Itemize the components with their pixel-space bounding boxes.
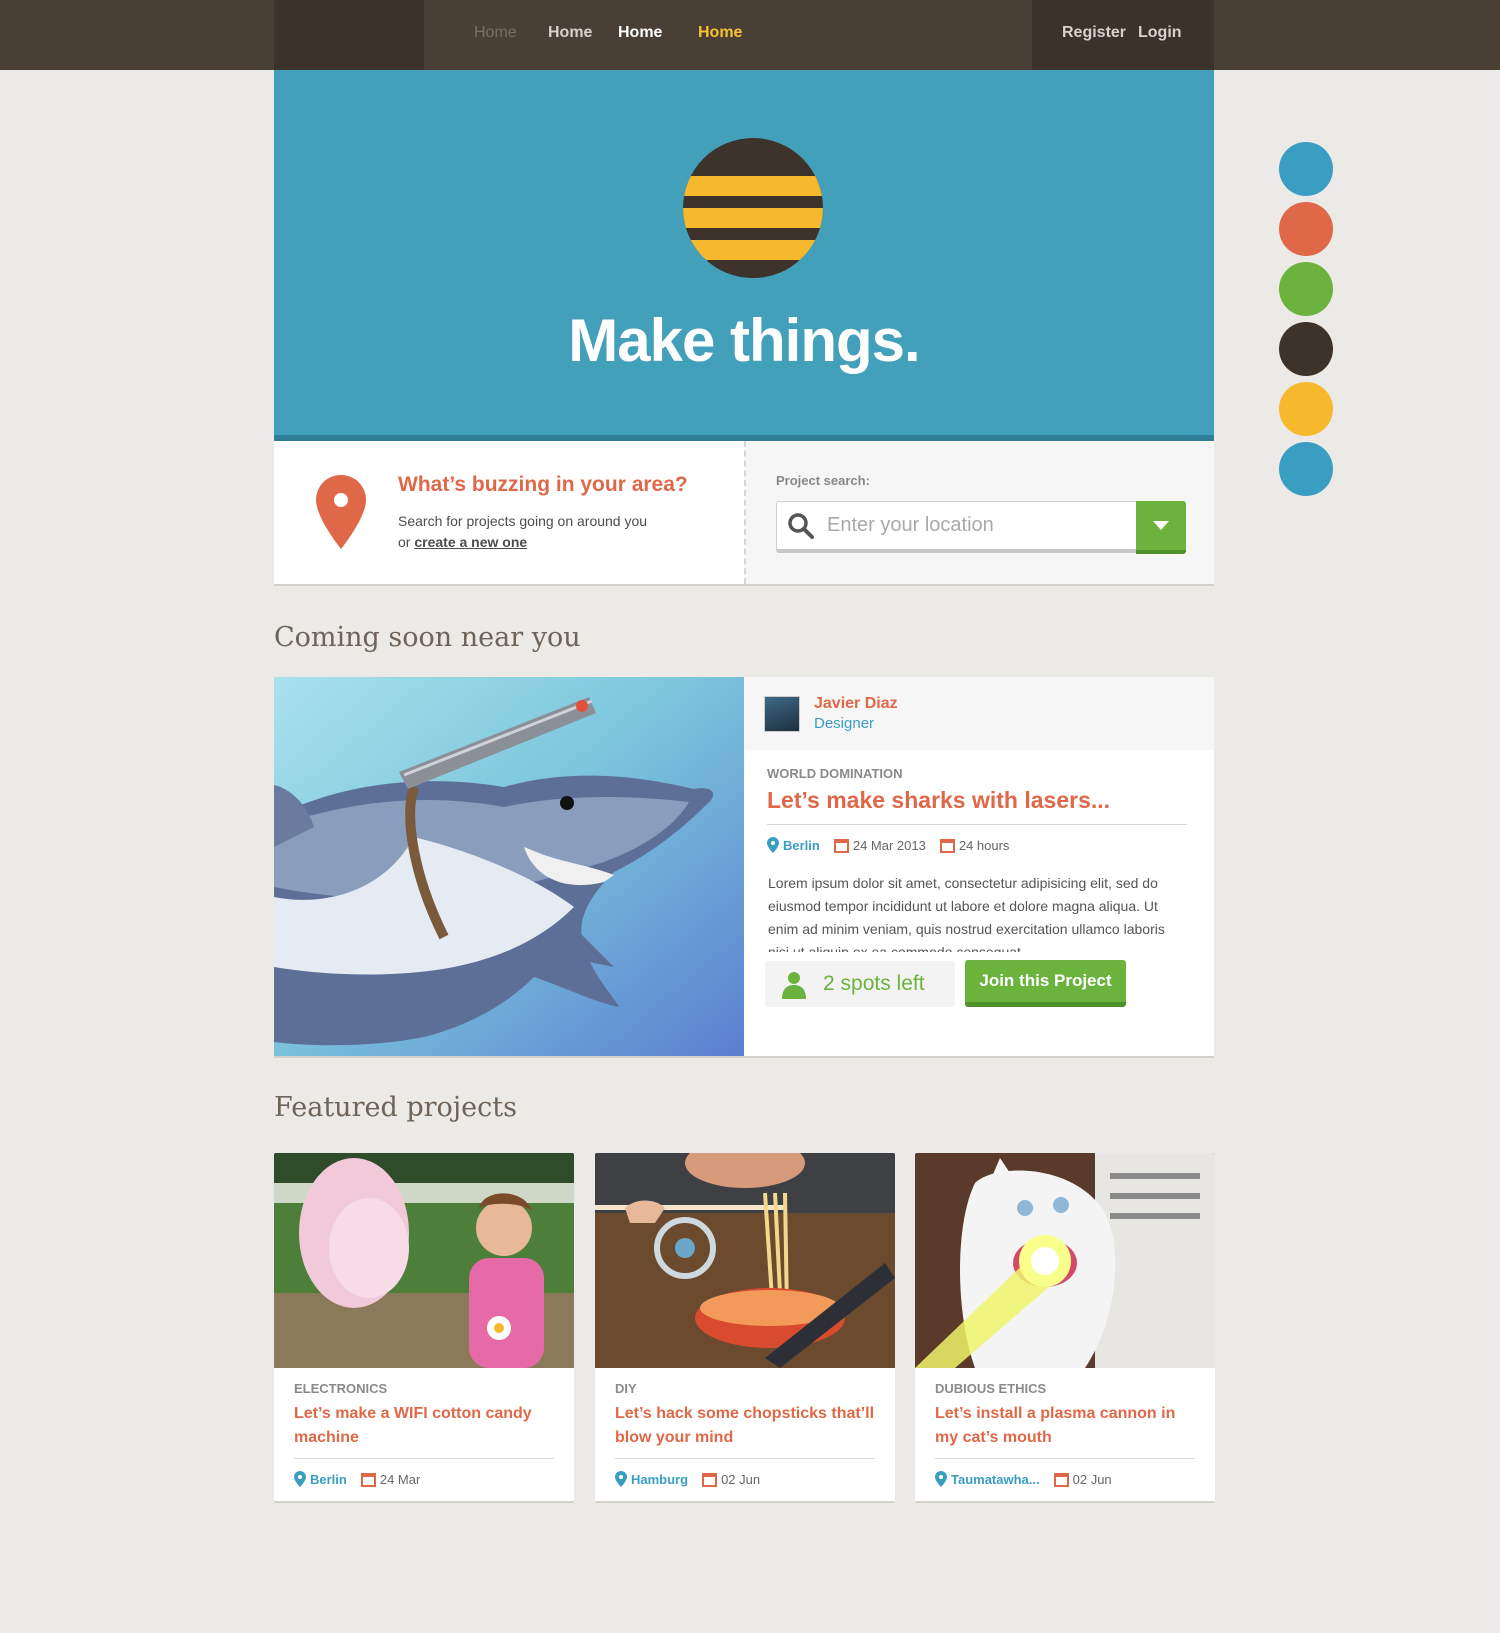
- divider: [294, 1458, 554, 1459]
- project-title[interactable]: Let’s make sharks with lasers...: [767, 787, 1110, 814]
- card-location[interactable]: Taumatawha...: [951, 1472, 1040, 1487]
- featured-project-card: Javier Diaz Designer WORLD DOMINATION Le…: [274, 677, 1214, 1058]
- card-title[interactable]: Let’s hack some chopsticks that’ll blow …: [615, 1402, 875, 1450]
- shark-laser-image[interactable]: [274, 677, 744, 1056]
- chopsticks-photo: [595, 1153, 895, 1368]
- person-icon: [782, 972, 806, 999]
- nav-link-home-1[interactable]: Home: [474, 24, 517, 42]
- register-link[interactable]: Register: [1062, 24, 1126, 42]
- cotton-candy-image[interactable]: [274, 1153, 574, 1368]
- calendar-icon: [1053, 1472, 1069, 1487]
- author-bar: Javier Diaz Designer: [744, 677, 1214, 750]
- author-role: Designer: [814, 715, 875, 732]
- project-search-label: Project search:: [776, 473, 870, 488]
- bee-logo-icon: [683, 138, 823, 278]
- coming-soon-heading: Coming soon near you: [274, 622, 581, 653]
- card-date: 02 Jun: [721, 1471, 761, 1487]
- color-swatch-green[interactable]: [1279, 262, 1333, 316]
- card-title[interactable]: Let’s install a plasma cannon in my cat’…: [935, 1402, 1195, 1450]
- login-link[interactable]: Login: [1138, 24, 1182, 42]
- project-meta: Berlin 24 Mar 2013 24 hours: [767, 837, 1023, 853]
- color-swatch-yellow[interactable]: [1279, 382, 1333, 436]
- card-meta: Taumatawha... 02 Jun: [935, 1471, 1126, 1487]
- calendar-icon: [833, 838, 849, 853]
- card-location[interactable]: Berlin: [310, 1472, 347, 1487]
- cotton-candy-photo: [274, 1153, 574, 1368]
- shark-illustration: [274, 697, 714, 1046]
- location-pin-icon: [767, 837, 779, 853]
- location-search-input[interactable]: [827, 508, 1117, 542]
- calendar-icon: [939, 838, 955, 853]
- top-navigation-bar: Home Home Home Home Register Login: [0, 0, 1500, 70]
- card-category: ELECTRONICS: [294, 1381, 388, 1396]
- featured-card[interactable]: DIY Let’s hack some chopsticks that’ll b…: [595, 1153, 895, 1503]
- divider: [935, 1458, 1195, 1459]
- featured-projects-heading: Featured projects: [274, 1092, 517, 1123]
- card-category: DUBIOUS ETHICS: [935, 1381, 1047, 1396]
- plasma-cat-photo: [915, 1153, 1215, 1368]
- card-meta: Hamburg 02 Jun: [615, 1471, 774, 1487]
- avatar[interactable]: [764, 696, 800, 732]
- hero-title: Make things.: [568, 307, 920, 374]
- card-date: 24 Mar: [379, 1471, 421, 1487]
- area-search-panel: What’s buzzing in your area? Search for …: [274, 441, 1214, 586]
- project-date: 24 Mar 2013: [852, 837, 926, 853]
- spots-left-badge: 2 spots left: [765, 961, 955, 1007]
- calendar-icon: [702, 1472, 718, 1487]
- location-pin-icon: [615, 1471, 627, 1487]
- plasma-cat-image[interactable]: [915, 1153, 1215, 1368]
- location-pin-icon: [316, 475, 366, 549]
- area-search-title: What’s buzzing in your area?: [398, 473, 688, 496]
- color-swatch-blue[interactable]: [1279, 142, 1333, 196]
- calendar-icon: [360, 1472, 376, 1487]
- featured-card[interactable]: DUBIOUS ETHICS Let’s install a plasma ca…: [915, 1153, 1215, 1503]
- card-location[interactable]: Hamburg: [631, 1472, 688, 1487]
- join-project-button[interactable]: Join this Project: [965, 960, 1126, 1007]
- divider: [767, 824, 1187, 825]
- project-search-area: Project search:: [744, 441, 1214, 584]
- author-name[interactable]: Javier Diaz: [814, 695, 898, 713]
- logo-slot[interactable]: [274, 0, 424, 70]
- location-dropdown-button[interactable]: [1136, 501, 1186, 554]
- nav-link-home-active[interactable]: Home: [698, 24, 742, 42]
- area-search-description: Search for projects going on around you …: [398, 511, 658, 553]
- card-date: 02 Jun: [1072, 1471, 1112, 1487]
- color-swatch-dark[interactable]: [1279, 322, 1333, 376]
- project-category: WORLD DOMINATION: [767, 766, 903, 781]
- color-swatch-blue-2[interactable]: [1279, 442, 1333, 496]
- location-search-box: [776, 501, 1186, 554]
- location-pin-icon: [935, 1471, 947, 1487]
- project-duration: 24 hours: [958, 837, 1010, 853]
- location-pin-icon: [294, 1471, 306, 1487]
- hero-banner: Make things.: [274, 70, 1214, 441]
- divider: [615, 1458, 875, 1459]
- nav-link-home-3[interactable]: Home: [618, 24, 662, 42]
- card-category: DIY: [615, 1381, 637, 1396]
- project-location[interactable]: Berlin: [783, 838, 820, 853]
- search-icon: [788, 513, 814, 539]
- create-project-link[interactable]: create a new one: [414, 534, 527, 550]
- featured-card[interactable]: ELECTRONICS Let’s make a WIFI cotton can…: [274, 1153, 574, 1503]
- nav-link-home-2[interactable]: Home: [548, 24, 592, 42]
- card-meta: Berlin 24 Mar: [294, 1471, 434, 1487]
- project-description: Lorem ipsum dolor sit amet, consectetur …: [768, 875, 1165, 952]
- chevron-down-icon: [1153, 521, 1169, 530]
- spots-left-text: 2 spots left: [823, 972, 925, 995]
- color-swatch-orange[interactable]: [1279, 202, 1333, 256]
- chopsticks-image[interactable]: [595, 1153, 895, 1368]
- card-title[interactable]: Let’s make a WIFI cotton candy machine: [294, 1402, 554, 1450]
